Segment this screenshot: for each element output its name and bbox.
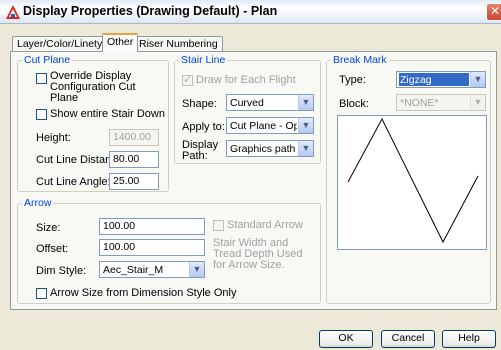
ok-button[interactable]: OK [319, 330, 373, 348]
cut-line-angle-label: Cut Line Angle: [36, 176, 111, 188]
zigzag-preview-drawing [347, 117, 479, 244]
chevron-down-icon: ▼ [298, 118, 313, 133]
draw-each-flight-checkbox[interactable] [182, 73, 193, 86]
autocad-app-icon [6, 5, 20, 19]
chevron-down-icon: ▼ [470, 95, 485, 110]
chevron-down-icon: ▼ [298, 95, 313, 110]
arrow-size-from-dim-checkbox[interactable] [36, 288, 47, 299]
show-entire-stair-down-checkbox[interactable] [36, 109, 47, 120]
block-dropdown[interactable]: *NONE* ▼ [396, 94, 486, 111]
standard-arrow-label: Standard Arrow [227, 219, 303, 231]
arrow-size-label: Size: [36, 222, 61, 234]
chevron-down-icon: ▼ [189, 262, 204, 277]
cancel-button[interactable]: Cancel [381, 330, 435, 348]
override-cut-plane-checkbox[interactable] [36, 73, 47, 84]
block-label: Block: [339, 98, 369, 110]
block-value: *NONE* [400, 97, 439, 109]
dim-style-dropdown[interactable]: Aec_Stair_M ▼ [99, 261, 205, 278]
shape-label: Shape: [182, 98, 217, 110]
arrow-size-note: Stair Width and Tread Depth Used for Arr… [213, 237, 303, 271]
break-mark-legend: Break Mark [333, 54, 387, 66]
show-entire-stair-down-label: Show entire Stair Down [50, 108, 165, 120]
arrow-offset-label: Offset: [36, 243, 69, 255]
draw-each-flight-label: Draw for Each Flight [196, 74, 296, 86]
arrow-size-from-dim-label: Arrow Size from Dimension Style Only [50, 287, 237, 299]
height-label: Height: [36, 132, 71, 144]
display-path-dropdown[interactable]: Graphics path ▼ [226, 140, 314, 157]
window-title: Display Properties (Drawing Default) - P… [23, 4, 278, 18]
standard-arrow-checkbox[interactable] [213, 220, 224, 231]
break-type-value: Zigzag [399, 73, 469, 86]
arrow-offset-field[interactable]: 100.00 [99, 239, 205, 256]
height-field[interactable]: 1400.00 [109, 129, 159, 146]
title-bar: Display Properties (Drawing Default) - P… [0, 0, 501, 24]
break-type-dropdown[interactable]: Zigzag ▼ [396, 71, 486, 88]
override-cut-plane-label: Override Display Configuration Cut Plane [50, 70, 136, 104]
help-button[interactable]: Help [442, 330, 496, 348]
shape-dropdown[interactable]: Curved ▼ [226, 94, 314, 111]
arrow-size-field[interactable]: 100.00 [99, 218, 205, 235]
cut-line-distance-field[interactable]: 80.00 [109, 151, 159, 168]
shape-value: Curved [230, 97, 264, 109]
apply-to-value: Cut Plane - Opposite [230, 120, 297, 132]
tab-other[interactable]: Other [102, 33, 139, 52]
break-mark-preview [337, 115, 487, 250]
chevron-down-icon: ▼ [470, 72, 485, 87]
cut-line-angle-field[interactable]: 25.00 [109, 173, 159, 190]
cut-plane-legend: Cut Plane [24, 54, 71, 66]
stair-line-legend: Stair Line [181, 54, 226, 66]
type-label: Type: [339, 74, 366, 86]
display-path-value: Graphics path [230, 143, 296, 155]
dim-style-value: Aec_Stair_M [103, 264, 164, 276]
apply-to-dropdown[interactable]: Cut Plane - Opposite ▼ [226, 117, 314, 134]
apply-to-label: Apply to: [182, 121, 225, 133]
close-button[interactable]: ✕ [486, 3, 501, 21]
tab-riser-numbering[interactable]: Riser Numbering [134, 36, 223, 51]
arrow-legend: Arrow [24, 197, 52, 209]
display-path-label: Display Path: [182, 139, 219, 162]
chevron-down-icon: ▼ [298, 141, 313, 156]
dim-style-label: Dim Style: [36, 265, 87, 277]
